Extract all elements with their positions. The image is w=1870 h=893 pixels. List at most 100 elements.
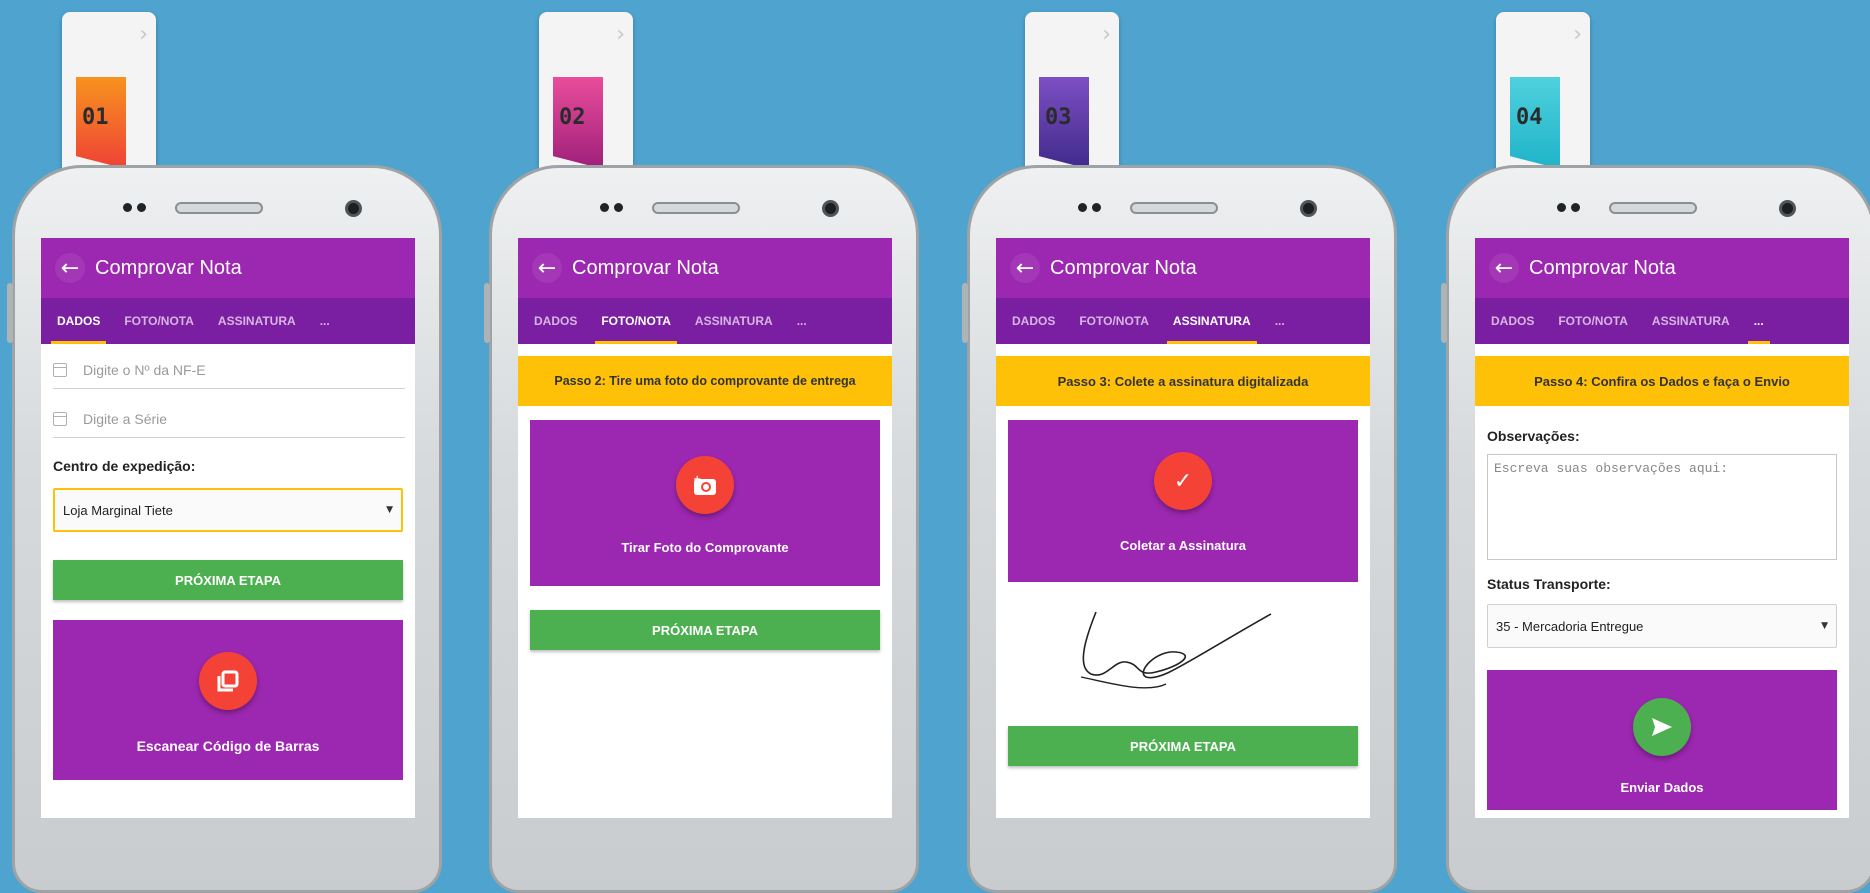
tab-assinatura[interactable]: ASSINATURA	[1161, 298, 1263, 344]
calendar-icon	[53, 412, 67, 426]
camera-lens	[345, 200, 362, 217]
page-title: Comprovar Nota	[572, 256, 719, 279]
phone-3: › 03 ← Comprovar Nota DADOS FOTO/NOTA AS…	[962, 0, 1397, 893]
step-badge: › 01	[62, 12, 156, 177]
app-bar: ← Comprovar Nota	[518, 238, 892, 298]
tab-foto-nota[interactable]: FOTO/NOTA	[1067, 298, 1161, 344]
page-title: Comprovar Nota	[1050, 256, 1197, 279]
tab-foto-nota[interactable]: FOTO/NOTA	[112, 298, 206, 344]
dropdown-caret-icon: ▼	[1821, 621, 1828, 631]
photo-label: Tirar Foto do Comprovante	[621, 540, 789, 555]
copy-icon[interactable]	[199, 652, 257, 710]
status-value: 35 - Mercadoria Entregue	[1496, 618, 1644, 634]
send-data-card[interactable]: Enviar Dados	[1487, 670, 1837, 810]
send-icon[interactable]	[1633, 698, 1691, 756]
step-number: 03	[1039, 77, 1089, 169]
nf-field[interactable]: Digite o Nº da NF-E	[53, 362, 405, 389]
scan-barcode-card[interactable]: Escanear Código de Barras	[53, 620, 403, 780]
phone-2: › 02 ← Comprovar Nota DADOS FOTO/NOTA AS…	[484, 0, 919, 893]
step-banner: Passo 3: Colete a assinatura digitalizad…	[996, 356, 1370, 406]
phone-body: ← Comprovar Nota DADOS FOTO/NOTA ASSINAT…	[1441, 165, 1870, 893]
tab-foto-nota[interactable]: FOTO/NOTA	[589, 298, 683, 344]
screen: ← Comprovar Nota DADOS FOTO/NOTA ASSINAT…	[1475, 238, 1849, 818]
next-step-button[interactable]: PRÓXIMA ETAPA	[53, 560, 403, 600]
sensor-dots	[1078, 203, 1101, 212]
speaker-grille	[1609, 202, 1697, 214]
page-title: Comprovar Nota	[95, 256, 242, 279]
scan-label: Escanear Código de Barras	[136, 738, 320, 754]
speaker-grille	[652, 202, 740, 214]
step-badge: › 02	[539, 12, 633, 177]
serie-field[interactable]: Digite a Série	[53, 411, 405, 438]
tab-dados[interactable]: DADOS	[45, 298, 112, 344]
back-arrow-icon[interactable]: ←	[1010, 253, 1040, 283]
side-button	[7, 283, 13, 343]
back-arrow-icon[interactable]: ←	[55, 253, 85, 283]
step-banner: Passo 4: Confira os Dados e faça o Envio	[1475, 356, 1849, 406]
side-button	[484, 283, 490, 343]
app-bar: ← Comprovar Nota	[41, 238, 415, 298]
centro-label: Centro de expedição:	[53, 458, 196, 474]
step-banner: Passo 2: Tire uma foto do comprovante de…	[518, 356, 892, 406]
calendar-icon	[53, 363, 67, 377]
tab-assinatura[interactable]: ASSINATURA	[683, 298, 785, 344]
tab-more[interactable]: ...	[1263, 298, 1297, 344]
sensor-dots	[600, 203, 623, 212]
side-button	[1441, 283, 1447, 343]
app-bar: ← Comprovar Nota	[996, 238, 1370, 298]
status-select[interactable]: 35 - Mercadoria Entregue ▼	[1487, 604, 1837, 648]
phone-1: › 01 ← Comprovar Nota DADOS FOTO/NOTA AS…	[7, 0, 442, 893]
back-arrow-icon[interactable]: ←	[1489, 253, 1519, 283]
take-photo-card[interactable]: + Tirar Foto do Comprovante	[530, 420, 880, 586]
centro-value: Loja Marginal Tiete	[63, 502, 173, 518]
next-step-button[interactable]: PRÓXIMA ETAPA	[1008, 726, 1358, 766]
camera-lens	[1779, 200, 1796, 217]
chevron-right-icon: ›	[139, 22, 148, 47]
tab-foto-nota[interactable]: FOTO/NOTA	[1546, 298, 1640, 344]
tab-assinatura[interactable]: ASSINATURA	[206, 298, 308, 344]
sensor-dots	[1557, 203, 1580, 212]
speaker-grille	[175, 202, 263, 214]
camera-lens	[822, 200, 839, 217]
side-button	[962, 283, 968, 343]
tab-more[interactable]: ...	[785, 298, 819, 344]
add-photo-icon[interactable]: +	[676, 456, 734, 514]
camera-lens	[1300, 200, 1317, 217]
obs-textarea[interactable]: Escreva suas observações aqui:	[1487, 454, 1837, 560]
phone-body: ← Comprovar Nota DADOS FOTO/NOTA ASSINAT…	[484, 165, 919, 893]
collect-signature-card[interactable]: ✓ Coletar a Assinatura	[1008, 420, 1358, 582]
back-arrow-icon[interactable]: ←	[532, 253, 562, 283]
step-number: 02	[553, 77, 603, 169]
centro-select[interactable]: Loja Marginal Tiete ▼	[53, 488, 403, 532]
app-bar: ← Comprovar Nota	[1475, 238, 1849, 298]
checkmark-icon[interactable]: ✓	[1154, 452, 1212, 510]
step-badge: › 03	[1025, 12, 1119, 177]
chevron-right-icon: ›	[1573, 22, 1582, 47]
signature-image	[996, 582, 1370, 712]
speaker-grille	[1130, 202, 1218, 214]
phone-body: ← Comprovar Nota DADOS FOTO/NOTA ASSINAT…	[962, 165, 1397, 893]
tab-more[interactable]: ...	[308, 298, 342, 344]
tab-bar: DADOS FOTO/NOTA ASSINATURA ...	[1475, 298, 1849, 344]
obs-label: Observações:	[1487, 428, 1580, 444]
tab-assinatura[interactable]: ASSINATURA	[1640, 298, 1742, 344]
tab-dados[interactable]: DADOS	[1479, 298, 1546, 344]
screen: ← Comprovar Nota DADOS FOTO/NOTA ASSINAT…	[41, 238, 415, 818]
screen: ← Comprovar Nota DADOS FOTO/NOTA ASSINAT…	[996, 238, 1370, 818]
tab-more[interactable]: ...	[1742, 298, 1776, 344]
phone-4: › 04 ← Comprovar Nota DADOS FOTO/NOTA AS…	[1441, 0, 1870, 893]
tab-bar: DADOS FOTO/NOTA ASSINATURA ...	[41, 298, 415, 344]
step-number: 04	[1510, 77, 1560, 169]
tab-dados[interactable]: DADOS	[522, 298, 589, 344]
sign-label: Coletar a Assinatura	[1120, 538, 1246, 553]
status-label: Status Transporte:	[1487, 576, 1611, 592]
serie-placeholder: Digite a Série	[83, 411, 168, 427]
tab-bar: DADOS FOTO/NOTA ASSINATURA ...	[996, 298, 1370, 344]
chevron-right-icon: ›	[616, 22, 625, 47]
step-number: 01	[76, 77, 126, 169]
sensor-dots	[123, 203, 146, 212]
next-step-button[interactable]: PRÓXIMA ETAPA	[530, 610, 880, 650]
dropdown-caret-icon: ▼	[386, 505, 393, 515]
chevron-right-icon: ›	[1102, 22, 1111, 47]
tab-dados[interactable]: DADOS	[1000, 298, 1067, 344]
